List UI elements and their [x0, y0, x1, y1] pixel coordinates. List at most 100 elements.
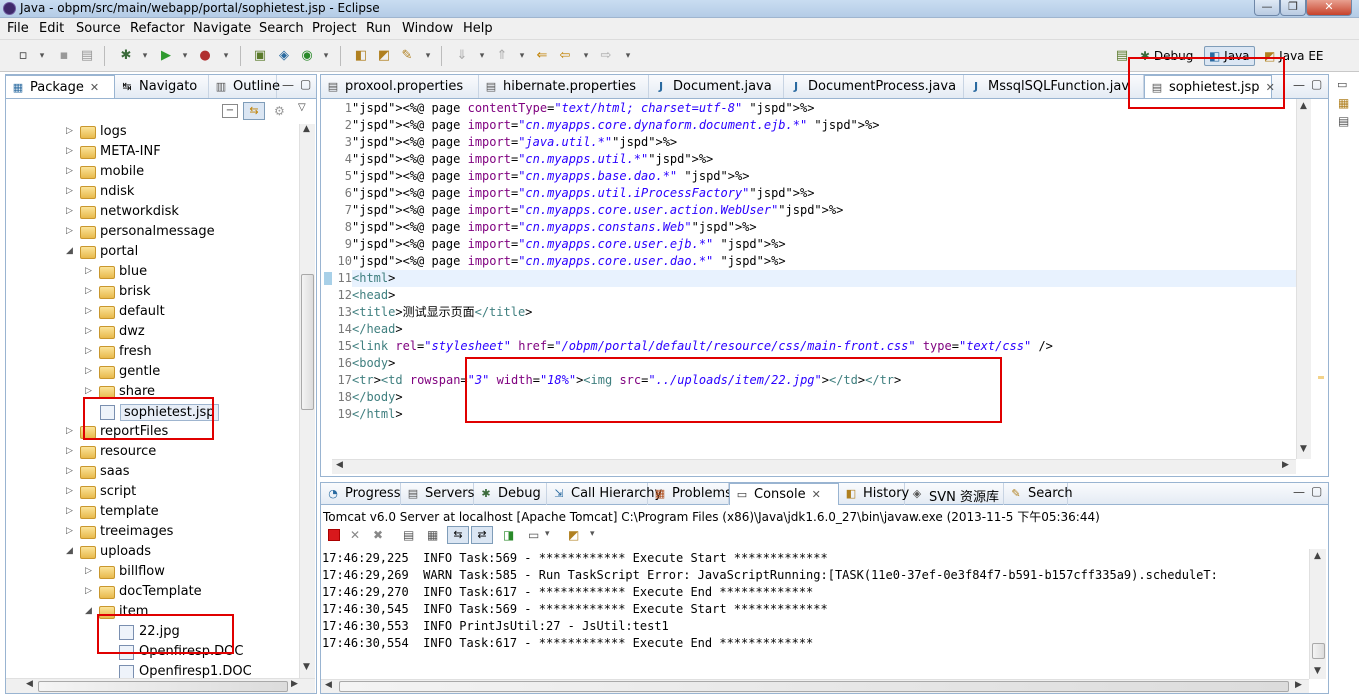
- console-scrollbar-h-thumb[interactable]: [339, 681, 1289, 692]
- menu-file[interactable]: File: [7, 21, 29, 36]
- tree-scrollbar-h-thumb[interactable]: [38, 681, 288, 692]
- editor-scrollbar-h[interactable]: ◀ ▶: [332, 459, 1296, 474]
- prev-annotation-icon[interactable]: ⇑: [493, 48, 511, 64]
- minimize-editor-icon[interactable]: —: [1293, 78, 1305, 92]
- collapse-arrow-icon[interactable]: ▷: [66, 126, 76, 136]
- menu-help[interactable]: Help: [463, 21, 493, 36]
- collapse-arrow-icon[interactable]: ▷: [66, 206, 76, 216]
- menu-refactor[interactable]: Refactor: [130, 21, 185, 36]
- external-tools-icon[interactable]: ●: [196, 48, 214, 64]
- link-with-editor-icon[interactable]: ⇆: [243, 102, 265, 120]
- dropdown-arrow-icon[interactable]: ▾: [33, 48, 51, 64]
- bottom-tab[interactable]: ◈ SVN 资源库: [905, 483, 1004, 505]
- dropdown-arrow-icon[interactable]: ▾: [317, 48, 335, 64]
- collapse-arrow-icon[interactable]: ▷: [85, 266, 95, 276]
- menu-window[interactable]: Window: [402, 21, 453, 36]
- menu-run[interactable]: Run: [366, 21, 391, 36]
- console-scrollbar-h[interactable]: ◀ ▶: [321, 679, 1309, 693]
- terminate-icon[interactable]: [328, 529, 340, 541]
- collapse-arrow-icon[interactable]: ▷: [66, 426, 76, 436]
- expand-arrow-icon[interactable]: ◢: [85, 606, 95, 616]
- expand-arrow-icon[interactable]: ◢: [66, 546, 76, 556]
- editor-tab-mssql[interactable]: J MssqlSQLFunction.jav: [964, 75, 1144, 98]
- remove-launch-icon[interactable]: ✕: [350, 528, 360, 542]
- dropdown-arrow-icon[interactable]: ▾: [419, 48, 437, 64]
- dropdown-arrow-icon[interactable]: ▾: [619, 48, 637, 64]
- close-icon[interactable]: ✕: [90, 81, 99, 94]
- open-folder-icon[interactable]: ◩: [375, 48, 393, 64]
- editor-tab-documentprocess[interactable]: J DocumentProcess.java: [784, 75, 964, 98]
- new-console-icon[interactable]: ◩: [568, 528, 579, 542]
- collapse-arrow-icon[interactable]: ▷: [66, 526, 76, 536]
- tab-navigator[interactable]: ↹ Navigato: [115, 75, 209, 98]
- editor-tab-proxool[interactable]: ▤ proxool.properties: [321, 75, 479, 98]
- collapse-arrow-icon[interactable]: ▷: [66, 146, 76, 156]
- scroll-lock-icon[interactable]: ▦: [427, 528, 438, 542]
- search-tool-icon[interactable]: ✎: [398, 48, 416, 64]
- minimize-view-icon[interactable]: —: [1293, 485, 1305, 499]
- save-icon[interactable]: ▪: [55, 48, 73, 64]
- print-icon[interactable]: ▤: [78, 48, 96, 64]
- collapse-arrow-icon[interactable]: ▷: [66, 166, 76, 176]
- next-annotation-icon[interactable]: ⇓: [453, 48, 471, 64]
- bottom-tab[interactable]: ✱ Debug: [474, 483, 547, 505]
- menu-navigate[interactable]: Navigate: [193, 21, 251, 36]
- dropdown-arrow-icon[interactable]: ▾: [136, 48, 154, 64]
- run-icon[interactable]: ▶: [157, 48, 175, 64]
- console-scrollbar-thumb[interactable]: [1312, 643, 1325, 659]
- maximize-view-icon[interactable]: ▢: [300, 77, 311, 91]
- tab-outline[interactable]: ▥ Outline: [209, 75, 280, 98]
- console-scrollbar-v[interactable]: ▲ ▼: [1309, 549, 1326, 679]
- collapse-arrow-icon[interactable]: ▷: [85, 566, 95, 576]
- tree-scrollbar-thumb[interactable]: [301, 274, 314, 410]
- editor-scrollbar-v[interactable]: ▲ ▼: [1296, 99, 1311, 459]
- close-window-button[interactable]: ✕: [1306, 0, 1352, 16]
- editor-tab-document[interactable]: J Document.java: [649, 75, 784, 98]
- menu-edit[interactable]: Edit: [39, 21, 64, 36]
- display-console-icon[interactable]: ▭: [528, 528, 539, 542]
- expand-arrow-icon[interactable]: ◢: [66, 246, 76, 256]
- collapse-arrow-icon[interactable]: ▷: [85, 346, 95, 356]
- collapse-arrow-icon[interactable]: ▷: [66, 506, 76, 516]
- collapse-arrow-icon[interactable]: ▷: [85, 586, 95, 596]
- dropdown-arrow-icon[interactable]: ▾: [545, 529, 550, 539]
- dropdown-arrow-icon[interactable]: ▾: [577, 48, 595, 64]
- dropdown-arrow-icon[interactable]: ▾: [217, 48, 235, 64]
- new-java-project-icon[interactable]: ▣: [251, 48, 269, 64]
- last-edit-icon[interactable]: ⇐: [533, 48, 551, 64]
- collapse-arrow-icon[interactable]: ▷: [66, 486, 76, 496]
- collapse-arrow-icon[interactable]: ▷: [66, 466, 76, 476]
- collapse-arrow-icon[interactable]: ▷: [66, 186, 76, 196]
- bottom-tab[interactable]: ◔ Progress: [321, 483, 401, 505]
- bottom-tab[interactable]: ✎ Search: [1004, 483, 1073, 505]
- minimize-button[interactable]: —: [1254, 0, 1280, 16]
- collapse-all-icon[interactable]: −: [222, 104, 238, 118]
- tree-scrollbar-h[interactable]: ◀ ▶: [6, 678, 315, 693]
- close-icon[interactable]: ✕: [812, 488, 821, 501]
- new-class-icon[interactable]: ◉: [298, 48, 316, 64]
- bottom-tab[interactable]: ◧ History: [839, 483, 909, 505]
- task-list-icon[interactable]: ▦: [1338, 96, 1349, 110]
- new-icon[interactable]: ▫: [14, 48, 32, 64]
- bottom-tab[interactable]: ▭ Console ✕: [729, 483, 839, 505]
- remove-all-icon[interactable]: ✖: [373, 528, 383, 542]
- collapse-arrow-icon[interactable]: ▷: [85, 306, 95, 316]
- editor-tab-hibernate[interactable]: ▤ hibernate.properties: [479, 75, 649, 98]
- dropdown-arrow-icon[interactable]: ▾: [176, 48, 194, 64]
- menu-source[interactable]: Source: [76, 21, 121, 36]
- chevron-down-icon[interactable]: ▽: [298, 102, 306, 113]
- dropdown-arrow-icon[interactable]: ▾: [513, 48, 531, 64]
- restore-icon[interactable]: ▭: [1337, 78, 1347, 91]
- collapse-arrow-icon[interactable]: ▷: [85, 366, 95, 376]
- bottom-tab[interactable]: ⇲ Call Hierarchy: [547, 483, 662, 505]
- open-console-icon[interactable]: ◨: [503, 528, 514, 542]
- collapse-arrow-icon[interactable]: ▷: [85, 386, 95, 396]
- clear-console-icon[interactable]: ▤: [403, 528, 414, 542]
- forward-icon[interactable]: ⇨: [597, 48, 615, 64]
- pin-console-icon[interactable]: ⇆: [447, 526, 469, 544]
- tab-package-explorer[interactable]: ▦ Package ✕: [5, 75, 115, 98]
- maximize-editor-icon[interactable]: ▢: [1311, 77, 1322, 91]
- menu-search[interactable]: Search: [259, 21, 304, 36]
- outline-view-icon[interactable]: ▤: [1338, 114, 1349, 128]
- minimize-view-icon[interactable]: —: [282, 78, 294, 92]
